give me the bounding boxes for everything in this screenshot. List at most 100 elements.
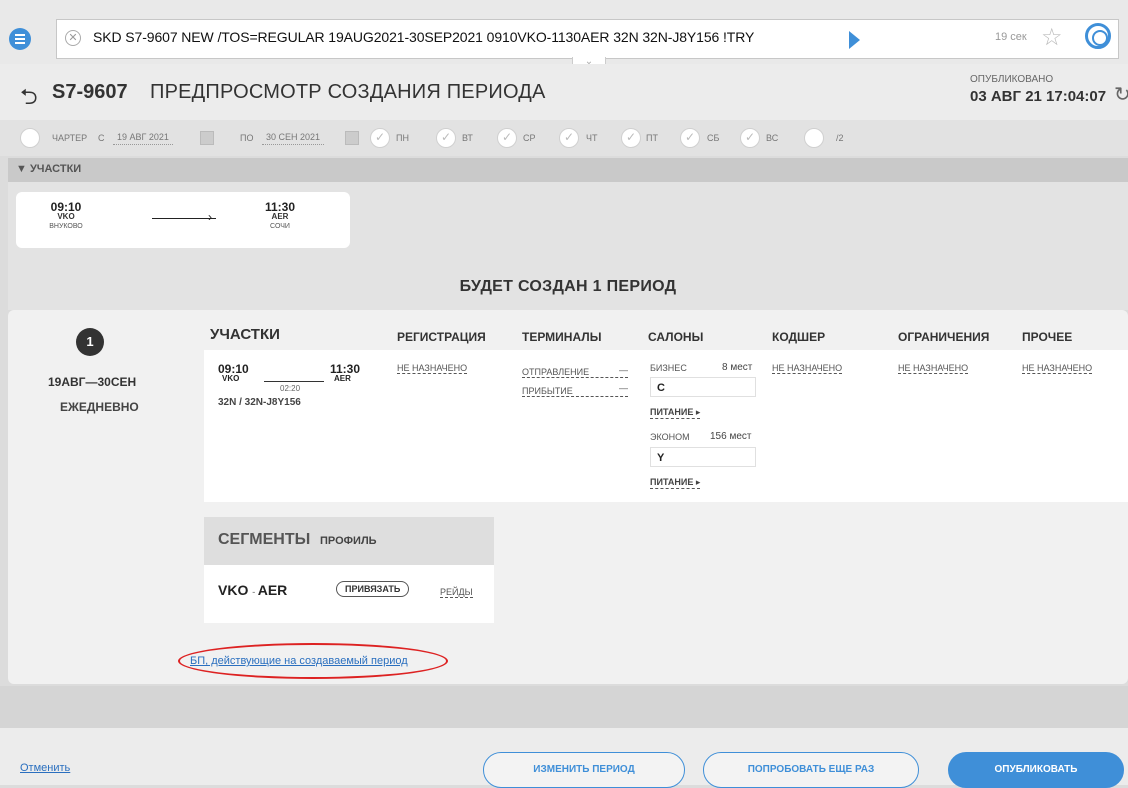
leg-arrow [264,381,324,382]
day-checkbox-thu[interactable] [559,128,579,148]
business-meal-link[interactable]: ПИТАНИЕ ▸ [650,407,701,419]
departure-code: VKO [57,212,75,221]
legs-section-header[interactable]: ▼ УЧАСТКИ [8,158,1128,182]
column-header-restrictions: ОГРАНИЧЕНИЯ [898,330,990,344]
registration-value[interactable]: НЕ НАЗНАЧЕНО [397,363,468,374]
highlight-circle [178,643,448,679]
economy-label: ЭКОНОМ [650,432,690,442]
retry-button[interactable]: ПОПРОБОВАТЬ ЕЩЕ РАЗ [703,752,919,788]
arrow-head-icon: › [208,210,212,224]
day-label: ПТ [646,133,658,143]
column-header-other: ПРОЧЕЕ [1022,330,1073,344]
footer-separator [0,686,1128,728]
flight-code: S7-9607 [52,81,128,103]
page-header: ⮌ S7-9607 ПРЕДПРОСМОТР СОЗДАНИЯ ПЕРИОДА … [0,64,1128,120]
change-period-button[interactable]: ИЗМЕНИТЬ ПЕРИОД [483,752,685,788]
command-input[interactable]: ✕ SKD S7-9607 NEW /TOS=REGULAR 19AUG2021… [56,19,1119,59]
star-icon[interactable]: ☆ [1041,24,1063,52]
period-range: 19АВГ—30СЕН [48,375,137,389]
restrictions-value[interactable]: НЕ НАЗНАЧЕНО [898,363,969,374]
departure-terminal-label[interactable]: ОТПРАВЛЕНИЕ [522,367,628,378]
arrival-terminal-value: — [619,383,628,393]
command-bar: ✕ SKD S7-9607 NEW /TOS=REGULAR 19AUG2021… [0,0,1128,71]
clear-icon[interactable]: ✕ [65,30,81,46]
leg-card[interactable]: 09:10 VKO ВНУКОВО › 11:30 AER СОЧИ [16,192,350,248]
day-checkbox-sat[interactable] [680,128,700,148]
route-arrow [152,218,216,219]
day-label: ЧТ [586,133,598,143]
publish-button[interactable]: ОПУБЛИКОВАТЬ [948,752,1124,788]
column-header-salons: САЛОНЫ [648,330,704,344]
economy-meal-link[interactable]: ПИТАНИЕ ▸ [650,477,701,489]
every-second-checkbox[interactable] [804,128,824,148]
period-filters: ЧАРТЕР С 19 АВГ 2021 ПО 30 СЕН 2021 ПН В… [0,120,1128,156]
day-label: ВТ [462,133,473,143]
day-checkbox-tue[interactable] [436,128,456,148]
day-label: СБ [707,133,720,143]
refresh-icon[interactable]: ↻ [1114,82,1128,107]
codeshare-value[interactable]: НЕ НАЗНАЧЕНО [772,363,843,374]
calendar-icon[interactable] [200,131,214,145]
segments-panel: СЕГМЕНТЫ ПРОФИЛЬ VKO - AER ПРИВЯЗАТЬ РЕЙ… [204,517,494,623]
business-seats: 8 мест [722,362,753,373]
column-header-registration: РЕГИСТРАЦИЯ [397,330,486,344]
every-second-label: /2 [836,133,844,143]
period-card: 1 19АВГ—30СЕН ЕЖЕДНЕВНО УЧАСТКИ РЕГИСТРА… [8,310,1128,684]
page-title: ПРЕДПРОСМОТР СОЗДАНИЯ ПЕРИОДА [150,81,546,103]
segment-to: AER [257,582,288,598]
economy-class-input[interactable]: Y [650,447,756,467]
to-date-input[interactable]: 30 СЕН 2021 [262,130,325,145]
departure-city: ВНУКОВО [49,223,83,230]
legs-area: 09:10 VKO ВНУКОВО › 11:30 AER СОЧИ БУДЕТ… [8,182,1128,310]
day-checkbox-sun[interactable] [740,128,760,148]
other-value[interactable]: НЕ НАЗНАЧЕНО [1022,363,1093,374]
day-label: СР [523,133,536,143]
business-class-input[interactable]: C [650,377,756,397]
lifebuoy-icon[interactable] [1085,23,1111,49]
footer-bar: Отменить ИЗМЕНИТЬ ПЕРИОД ПОПРОБОВАТЬ ЕЩЕ… [0,728,1128,788]
menu-icon[interactable] [9,28,31,50]
arrival-terminal-label[interactable]: ПРИБЫТИЕ [522,386,628,397]
business-label: БИЗНЕС [650,363,687,373]
table-row: 09:10 VKO 11:30 AER 02:20 32N / 32N-J8Y1… [204,350,1128,502]
back-icon[interactable]: ⮌ [20,80,38,118]
column-header-legs: УЧАСТКИ [210,326,280,343]
command-text[interactable]: SKD S7-9607 NEW /TOS=REGULAR 19AUG2021-3… [93,29,754,45]
day-label: ВС [766,133,779,143]
legs-table: УЧАСТКИ РЕГИСТРАЦИЯ ТЕРМИНАЛЫ САЛОНЫ КОД… [204,310,1128,502]
period-frequency: ЕЖЕДНЕВНО [60,400,139,414]
leg-duration: 02:20 [280,384,301,393]
period-number-badge: 1 [76,328,104,356]
run-icon[interactable] [849,31,860,49]
attach-button[interactable]: ПРИВЯЗАТЬ [336,581,410,597]
published-label: ОПУБЛИКОВАНО [970,74,1054,85]
day-checkbox-fri[interactable] [621,128,641,148]
to-label: ПО [240,133,254,143]
profile-tab[interactable]: ПРОФИЛЬ [320,535,377,547]
segments-header: СЕГМЕНТЫ ПРОФИЛЬ [204,517,494,565]
cancel-link[interactable]: Отменить [20,762,70,774]
leg-arrival-code: AER [334,374,351,383]
segment-route: VKO - AER [218,582,287,598]
economy-seats: 156 мест [710,431,752,442]
segments-title: СЕГМЕНТЫ [218,531,311,548]
published-date: 03 АВГ 21 17:04:07 [970,88,1107,105]
leg-departure-code: VKO [222,374,240,383]
from-label: С [98,133,105,143]
periods-count-title: БУДЕТ СОЗДАН 1 ПЕРИОД [459,278,677,295]
section-title: ▼ УЧАСТКИ [16,163,82,175]
day-checkbox-mon[interactable] [370,128,390,148]
calendar-icon[interactable] [345,131,359,145]
column-header-codeshare: КОДШЕР [772,330,826,344]
day-checkbox-wed[interactable] [497,128,517,148]
departure-terminal-value: — [619,365,628,375]
trips-link[interactable]: РЕЙДЫ [440,587,473,598]
charter-checkbox[interactable] [20,128,40,148]
column-header-terminals: ТЕРМИНАЛЫ [522,330,602,344]
day-label: ПН [396,133,409,143]
arrival-code: AER [271,212,289,221]
charter-label: ЧАРТЕР [52,133,88,143]
from-date-input[interactable]: 19 АВГ 2021 [113,130,173,145]
timer: 19 сек [995,31,1027,43]
segment-from: VKO [218,582,249,598]
